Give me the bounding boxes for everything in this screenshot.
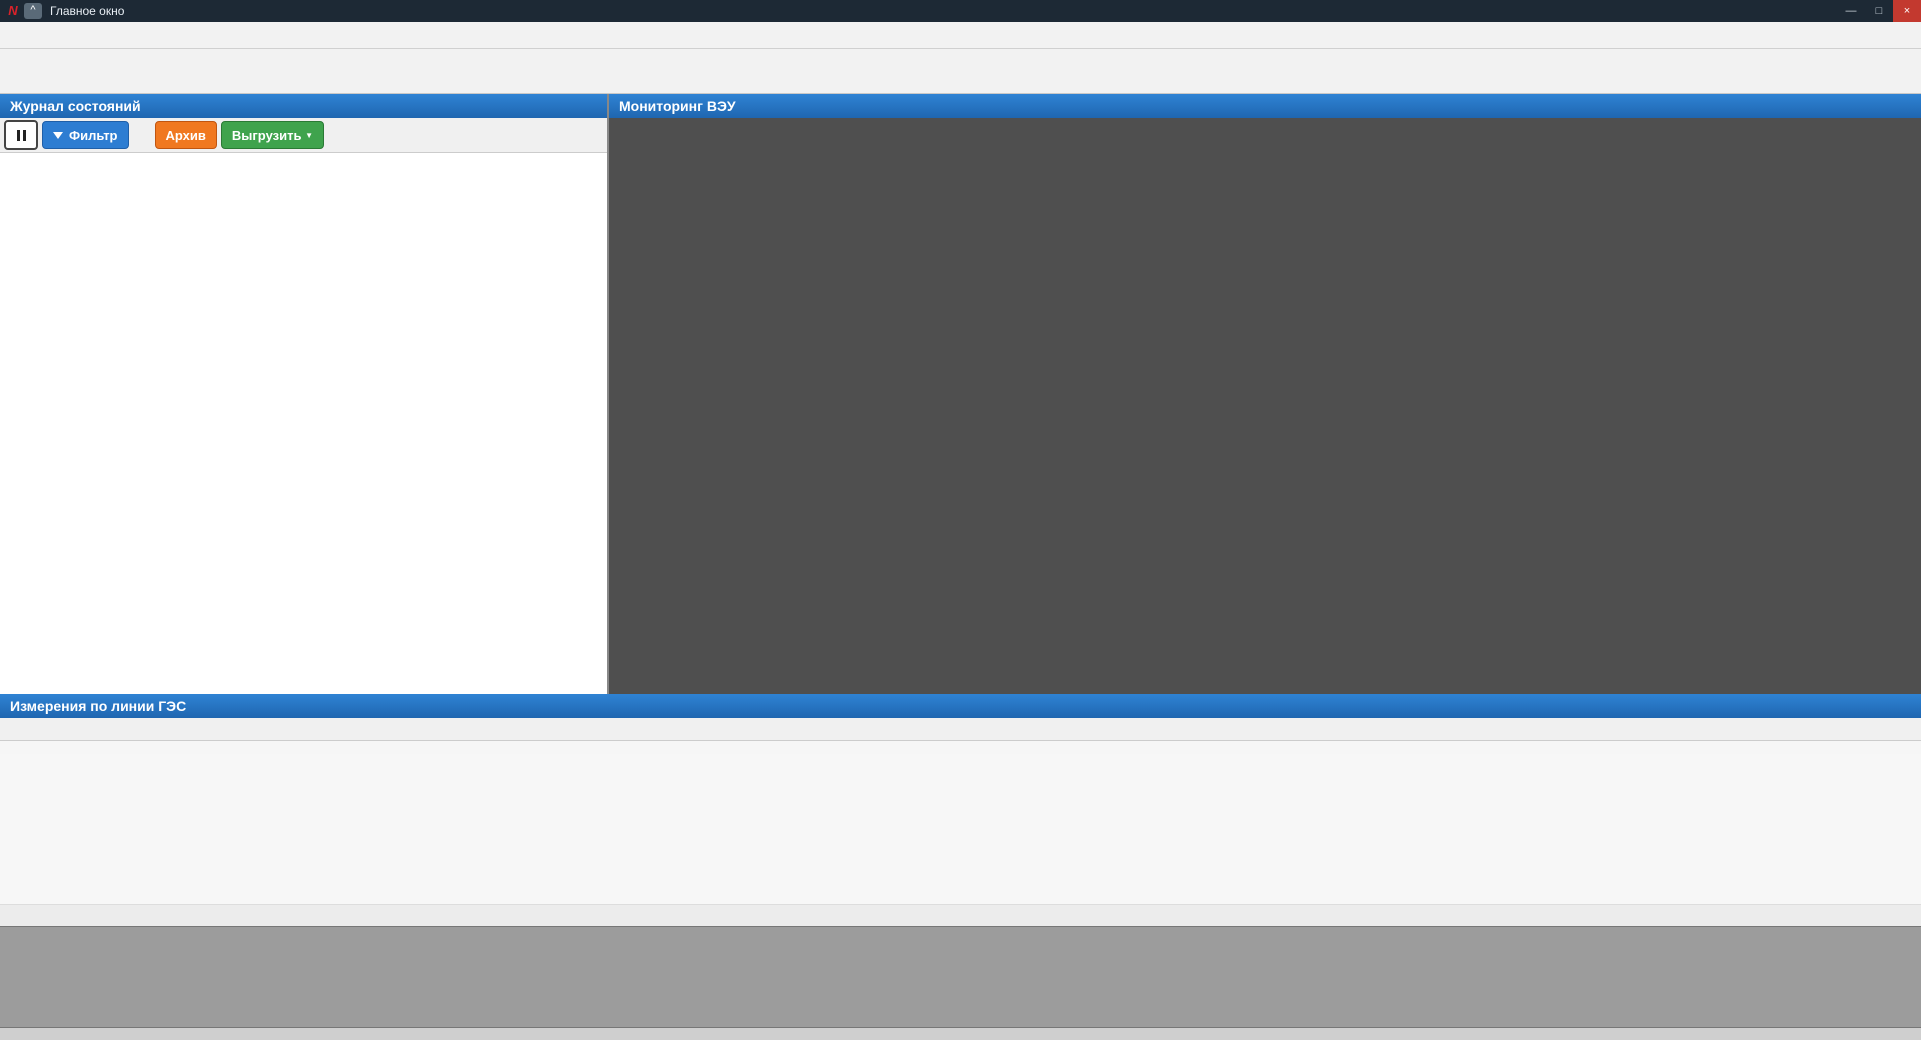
- journal-pause-button[interactable]: [4, 120, 38, 150]
- titlebar: N ^ Главное окно — □ ×: [0, 0, 1921, 22]
- filter-button[interactable]: Фильтр: [42, 121, 129, 149]
- chart-x-axis: [0, 905, 1921, 916]
- archive-button[interactable]: Архив: [155, 121, 217, 149]
- journal-panel-title: Журнал состояний: [0, 94, 607, 118]
- measurements-panel: Измерения по линии ГЭС: [0, 694, 1921, 1040]
- journal-table: [0, 153, 607, 694]
- chart-toolbar: [0, 718, 1921, 741]
- close-button[interactable]: ×: [1893, 0, 1921, 22]
- maximize-button[interactable]: □: [1865, 0, 1893, 22]
- journal-panel: Журнал состояний Фильтр Архив Выгрузить …: [0, 94, 609, 694]
- minimize-button[interactable]: —: [1837, 0, 1865, 22]
- export-button[interactable]: Выгрузить ▼: [221, 121, 324, 149]
- measurements-panel-title: Измерения по линии ГЭС: [0, 694, 1921, 718]
- chart-legend: [0, 741, 1921, 754]
- main-toolbar: [0, 49, 1921, 94]
- app-logo-icon: N: [4, 3, 22, 19]
- overview-strip[interactable]: [0, 926, 1921, 1028]
- monitoring-panel-title: Мониторинг ВЭУ: [609, 94, 1921, 118]
- funnel-icon: [53, 132, 63, 139]
- overview-x-axis: [0, 1028, 1921, 1040]
- monitoring-panel: Мониторинг ВЭУ: [609, 94, 1921, 694]
- trend-chart[interactable]: [0, 754, 1921, 905]
- journal-filter-bar: Фильтр Архив Выгрузить ▼: [0, 118, 607, 153]
- menu-bar: [0, 22, 1921, 49]
- app-menu-icon[interactable]: ^: [24, 3, 42, 19]
- window-title: Главное окно: [50, 4, 1837, 18]
